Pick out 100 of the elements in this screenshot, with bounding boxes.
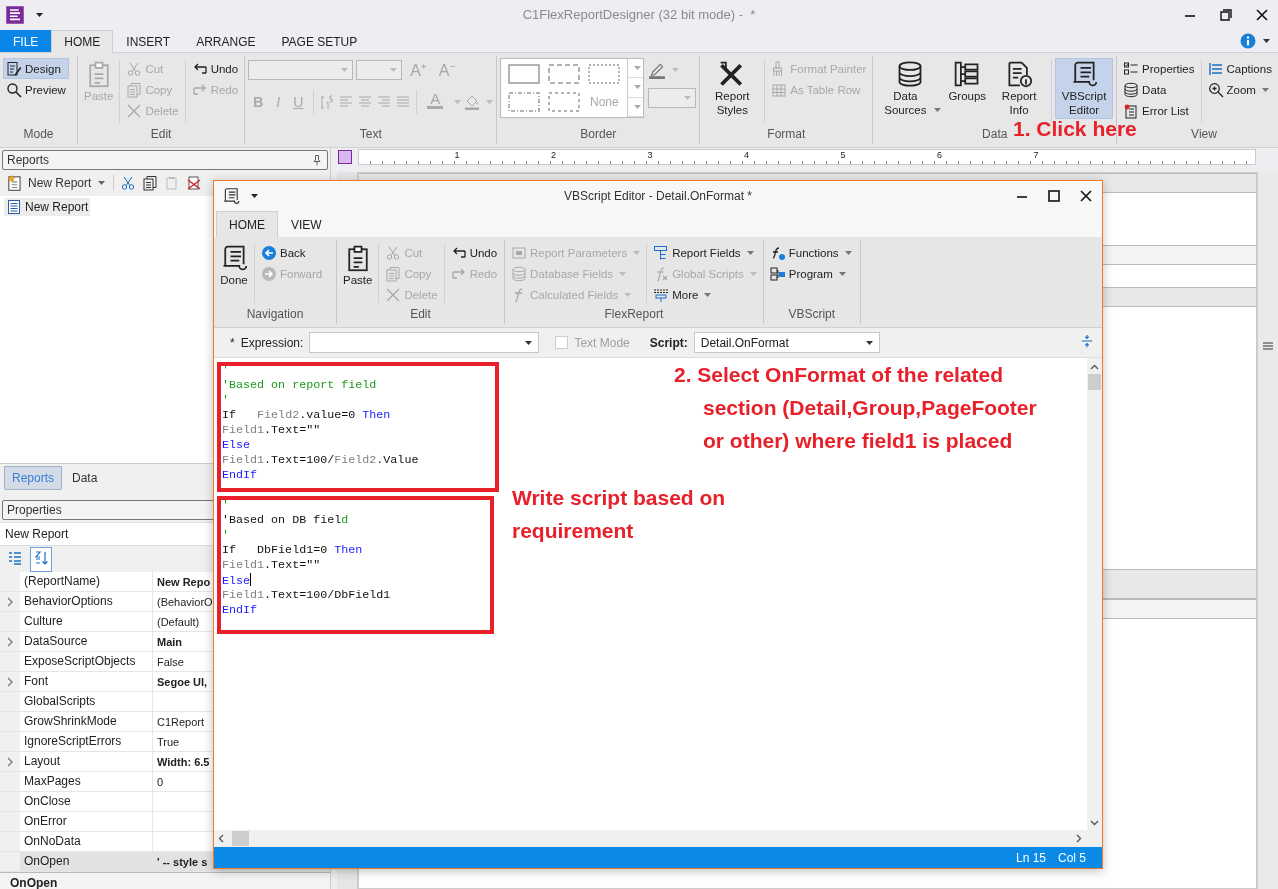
annotation-text: Write script based on requirement	[512, 485, 726, 544]
preview-button[interactable]: Preview	[3, 79, 69, 100]
ribbon-tab[interactable]: ARRANGE	[183, 30, 269, 52]
code-line: '	[222, 393, 229, 408]
close-icon[interactable]	[1256, 9, 1268, 21]
scroll-right-icon[interactable]	[1076, 834, 1082, 843]
scroll-down-icon[interactable]	[1090, 820, 1099, 826]
property-value: ' -- style s	[156, 855, 208, 868]
scroll-up-icon[interactable]	[1090, 364, 1099, 370]
tree-item[interactable]: New Report	[4, 198, 91, 216]
expression-field[interactable]	[309, 332, 540, 353]
restore-icon[interactable]	[1220, 9, 1232, 21]
ribbon-tab[interactable]: HOME	[216, 211, 278, 237]
categorized-icon	[7, 549, 23, 566]
expression-label: Expression:	[240, 335, 304, 350]
caret-icon	[341, 68, 349, 72]
ribbon-tab[interactable]: HOME	[51, 30, 114, 53]
alphabetical-view-button[interactable]	[30, 546, 52, 572]
back-button[interactable]: Back	[258, 242, 326, 263]
more-button[interactable]: More	[650, 284, 760, 305]
scrollbar-thumb[interactable]	[232, 831, 249, 846]
ruler-mark: 2	[551, 150, 556, 160]
properties-button[interactable]: Properties	[1120, 58, 1198, 79]
panel-tab[interactable]: Data	[64, 466, 106, 490]
search-icon	[6, 81, 22, 98]
property-name: GlobalScripts	[20, 692, 153, 711]
list-icon	[653, 286, 670, 303]
property-value: (BehaviorO	[156, 595, 213, 608]
property-name: Layout	[20, 752, 153, 771]
ruler-mark: 7	[1033, 150, 1039, 160]
property-value: Main	[156, 635, 183, 648]
ruler-mark: 6	[937, 150, 942, 160]
property-value: Segoe UI,	[156, 675, 208, 688]
scrollbar-thumb[interactable]	[1088, 374, 1101, 390]
data-sources-button[interactable]: Data Sources	[876, 58, 945, 119]
caret-icon	[865, 340, 873, 345]
paste-button[interactable]: Paste	[340, 242, 376, 289]
dialog-title: VBScript Editor - Detail.OnFormat *	[562, 189, 754, 203]
caret-icon	[633, 85, 641, 90]
code-line: 'Based on report field	[222, 378, 377, 393]
border-width-field[interactable]	[648, 88, 697, 108]
property-name: MaxPages	[20, 772, 153, 791]
scissors-icon	[126, 60, 143, 77]
justify-icon	[395, 94, 412, 110]
captions-button[interactable]: Captions	[1204, 58, 1278, 79]
report-fields-button[interactable]: Report Fields	[650, 242, 760, 263]
property-name: Font	[20, 672, 153, 691]
group-label: Border	[580, 127, 617, 141]
maximize-icon[interactable]	[1048, 190, 1060, 202]
close-icon[interactable]	[1080, 190, 1092, 202]
new-report-button[interactable]: New Report	[4, 174, 108, 192]
code-line: Else	[222, 438, 251, 453]
font-size-field[interactable]	[356, 60, 403, 80]
design-button[interactable]: Design	[3, 58, 69, 79]
ruler-corner	[338, 150, 352, 164]
program-button[interactable]: Program	[766, 263, 855, 284]
code-line: '	[222, 498, 229, 513]
panel-title: Properties	[7, 503, 63, 517]
undo-button[interactable]: Undo	[447, 242, 501, 263]
cross-icon	[126, 102, 143, 119]
fill-bucket-icon	[464, 94, 481, 110]
ribbon-tab[interactable]: PAGE SETUP	[268, 30, 371, 52]
script-field[interactable]: Detail.OnFormat	[693, 332, 880, 353]
caret-icon	[672, 68, 680, 72]
functions-button[interactable]: Functions	[766, 242, 855, 263]
code-line: If Field2.value=0 Then	[222, 408, 391, 423]
property-value: New Repo	[156, 575, 211, 588]
ribbon-tab[interactable]: VIEW	[278, 211, 335, 237]
caret-icon	[633, 250, 641, 255]
splitter-grip-icon[interactable]	[1263, 342, 1273, 350]
zoom-button[interactable]: Zoom	[1204, 79, 1278, 100]
property-value: 0	[156, 775, 164, 788]
cross-icon	[385, 286, 402, 303]
property-value: C1Report	[156, 715, 205, 728]
expand-chevron-icon[interactable]	[6, 636, 14, 647]
split-icon	[1080, 334, 1094, 348]
undo-button[interactable]: Undo	[188, 58, 242, 79]
annotation-text: 2. Select OnFormat of the related section (Detail,Group,PageFooter or other) where field1 is placed	[674, 362, 1037, 454]
captions-icon	[1207, 60, 1224, 77]
report-styles-button[interactable]: Report Styles	[703, 58, 762, 119]
property-name: IgnoreScriptErrors	[20, 732, 153, 751]
modified-marker: *	[230, 335, 235, 350]
done-button[interactable]: Done	[217, 242, 251, 289]
groups-button[interactable]: Groups	[945, 58, 990, 105]
file-menu-tab[interactable]: FILE	[0, 30, 52, 52]
ruler-mark: 5	[840, 150, 846, 160]
group-label: Edit	[150, 127, 172, 141]
ribbon-tab[interactable]: INSERT	[113, 30, 184, 52]
expand-chevron-icon[interactable]	[6, 756, 14, 767]
expand-chevron-icon[interactable]	[6, 596, 14, 607]
script-editor-button[interactable]: VBScript Editor	[1055, 58, 1114, 119]
expand-chevron-icon[interactable]	[6, 676, 14, 687]
error-list-icon	[1123, 102, 1140, 119]
data-button[interactable]: Data	[1120, 79, 1198, 100]
report-info-button[interactable]: Report Info	[990, 58, 1049, 119]
scroll-left-icon[interactable]	[218, 834, 224, 843]
align-right-icon	[376, 94, 393, 110]
column-indicator: Col 5	[1058, 850, 1086, 865]
code-line: '	[222, 363, 229, 378]
group-label: Data	[982, 127, 1008, 141]
